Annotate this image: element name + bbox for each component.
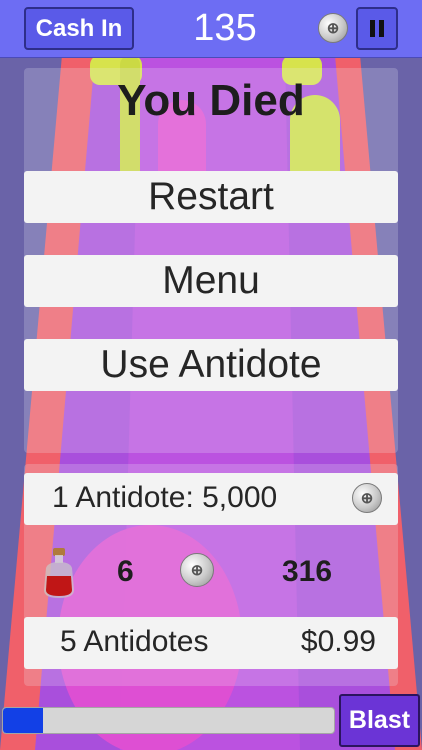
- menu-button[interactable]: Menu: [24, 255, 398, 307]
- score-counter: 135: [193, 7, 257, 49]
- antidote-count: 6: [117, 555, 134, 588]
- single-antidote-offer-label: 1 Antidote: 5,000: [52, 481, 278, 514]
- coin-total: 316: [282, 555, 333, 588]
- use-antidote-button[interactable]: Use Antidote: [24, 339, 398, 391]
- blast-charge-fill: [3, 708, 43, 733]
- buy-single-antidote-button[interactable]: 1 Antidote: 5,000 ⊕: [24, 473, 398, 525]
- cash-in-button[interactable]: Cash In: [24, 7, 134, 50]
- pause-button[interactable]: [356, 7, 398, 50]
- bundle-price: $0.99: [300, 625, 376, 658]
- bundle-label: 5 Antidotes: [60, 625, 209, 658]
- restart-button[interactable]: Restart: [24, 171, 398, 223]
- coin-icon: ⊕: [352, 483, 382, 513]
- blast-charge-bar: [2, 707, 335, 734]
- coin-icon: ⊕: [180, 553, 214, 587]
- antidote-potion-icon: [44, 548, 74, 598]
- you-died-title: You Died: [117, 76, 305, 125]
- pause-icon: [368, 20, 386, 37]
- buy-antidote-bundle-button[interactable]: 5 Antidotes $0.99: [24, 617, 398, 669]
- top-hud-bar: Cash In 135 ⊕: [0, 0, 422, 58]
- blast-button[interactable]: Blast: [339, 694, 420, 747]
- coin-icon: ⊕: [318, 13, 348, 43]
